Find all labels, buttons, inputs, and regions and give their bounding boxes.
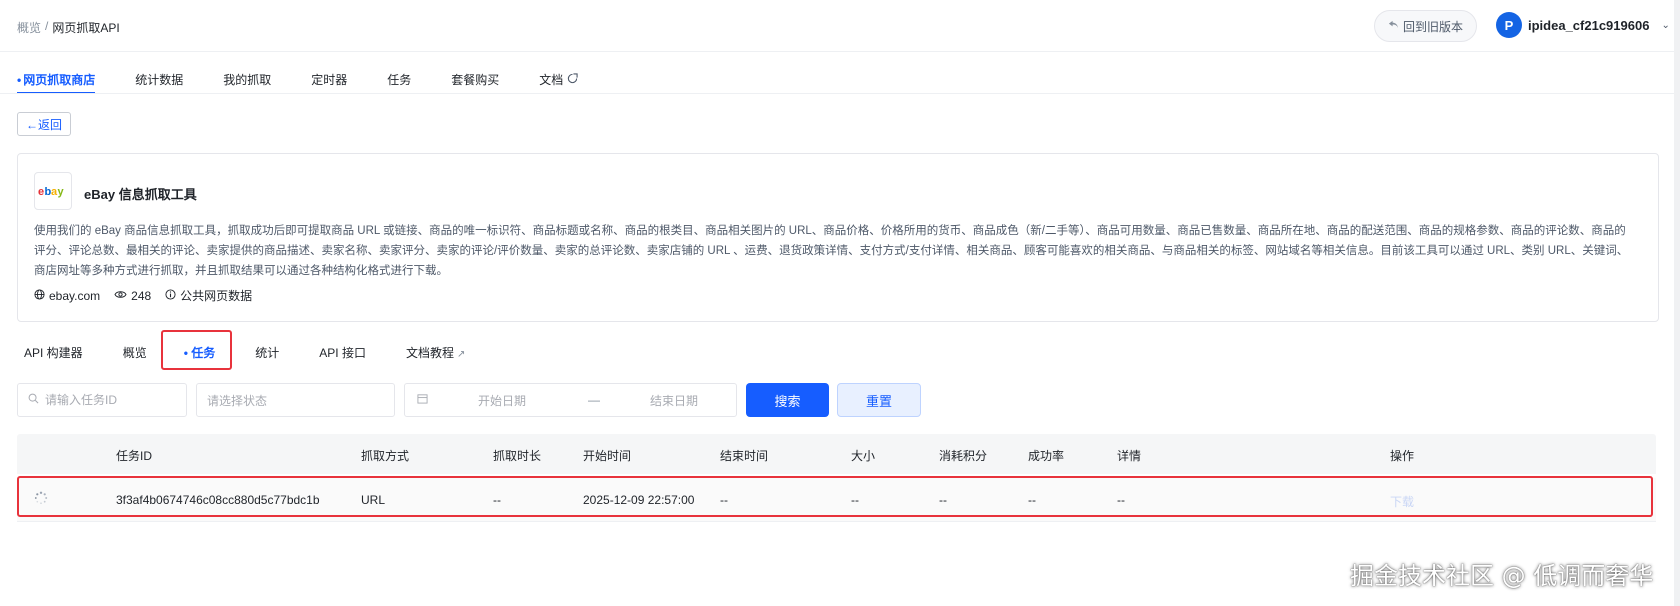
- col-points: 消耗积分: [939, 449, 988, 463]
- search-icon: [28, 393, 39, 407]
- back-button[interactable]: ←返回: [17, 112, 71, 136]
- user-menu[interactable]: P ipidea_cf21c919606 ⌄: [1496, 12, 1670, 38]
- chevron-down-icon: ⌄: [1661, 19, 1670, 31]
- nav-label: 文档: [539, 73, 564, 87]
- avatar: P: [1496, 12, 1522, 38]
- task-id-input[interactable]: [45, 393, 186, 407]
- nav-statistics[interactable]: 统计数据: [135, 72, 183, 94]
- col-duration: 抓取时长: [493, 449, 542, 463]
- info-icon: [165, 288, 176, 303]
- highlight-box-task-row: [17, 476, 1653, 517]
- breadcrumb: 概览 / 网页抓取API: [17, 19, 120, 36]
- col-details: 详情: [1117, 449, 1142, 463]
- tab-label: 统计: [255, 346, 280, 360]
- nav-divider: [0, 93, 1680, 94]
- status-placeholder: 请选择状态: [207, 393, 268, 408]
- tab-api-interface[interactable]: API 接口: [319, 344, 366, 364]
- tab-docs-tutorial[interactable]: 文档教程 ↗: [406, 344, 465, 364]
- col-success-rate: 成功率: [1028, 449, 1065, 463]
- undo-icon: [1388, 19, 1399, 33]
- svg-text:e: e: [38, 186, 44, 198]
- page-scrollbar[interactable]: [1674, 0, 1680, 606]
- old-version-button[interactable]: 回到旧版本: [1374, 10, 1477, 42]
- username: ipidea_cf21c919606: [1528, 17, 1650, 33]
- col-size: 大小: [851, 449, 876, 463]
- breadcrumb-separator: /: [45, 19, 49, 33]
- col-method: 抓取方式: [361, 449, 410, 463]
- main-nav: • 网页抓取商店 统计数据 我的抓取 定时器 任务 套餐购买 文档: [17, 72, 618, 94]
- breadcrumb-overview[interactable]: 概览: [17, 19, 41, 36]
- tab-api-builder[interactable]: API 构建器: [24, 344, 83, 364]
- product-domain: ebay.com: [49, 288, 101, 303]
- nav-docs[interactable]: 文档: [539, 72, 578, 94]
- nav-plans[interactable]: 套餐购买: [451, 72, 499, 94]
- col-task-id: 任务ID: [116, 449, 153, 463]
- nav-scheduler[interactable]: 定时器: [311, 72, 347, 94]
- calendar-icon: [417, 393, 428, 407]
- tab-label: API 接口: [319, 346, 366, 360]
- breadcrumb-current: 网页抓取API: [52, 21, 120, 35]
- status-select[interactable]: 请选择状态: [196, 383, 395, 417]
- nav-label: 定时器: [311, 73, 348, 87]
- svg-text:y: y: [58, 186, 65, 198]
- tab-overview[interactable]: 概览: [123, 344, 147, 364]
- ebay-logo: e b a y: [34, 172, 72, 210]
- tab-label: API 构建器: [24, 346, 83, 360]
- table-header: 任务ID 抓取方式 抓取时长 开始时间 结束时间 大小 消耗积分 成功率 详情 …: [17, 434, 1656, 474]
- product-data-type: 公共网页数据: [180, 289, 253, 303]
- nav-scraping-store[interactable]: • 网页抓取商店: [17, 72, 96, 94]
- nav-label: 统计数据: [135, 73, 184, 87]
- nav-label: 我的抓取: [223, 73, 272, 87]
- highlight-box-tasks-tab: [161, 330, 232, 370]
- tab-label: 文档教程: [405, 346, 454, 360]
- eye-icon: [114, 289, 127, 303]
- col-start-time: 开始时间: [583, 449, 632, 463]
- views-meta: 248: [114, 289, 151, 303]
- date-separator: —: [588, 393, 600, 407]
- product-title: eBay 信息抓取工具: [84, 187, 197, 202]
- active-dot-icon: •: [17, 73, 22, 87]
- nav-label: 网页抓取商店: [23, 73, 96, 87]
- domain-meta: ebay.com: [34, 289, 100, 303]
- nav-tasks[interactable]: 任务: [387, 72, 411, 94]
- end-date-input[interactable]: 结束日期: [650, 392, 698, 409]
- search-button[interactable]: 搜索: [746, 383, 829, 417]
- date-range-picker[interactable]: 开始日期 — 结束日期: [404, 383, 737, 417]
- col-end-time: 结束时间: [720, 449, 769, 463]
- external-link-icon: [567, 73, 578, 87]
- reset-button[interactable]: 重置: [837, 383, 921, 417]
- tab-label: 概览: [122, 346, 147, 360]
- globe-icon: [34, 288, 45, 303]
- nav-label: 任务: [387, 73, 412, 87]
- data-type-meta: 公共网页数据: [165, 287, 252, 304]
- external-link-icon: ↗: [456, 349, 466, 360]
- nav-my-scrapes[interactable]: 我的抓取: [223, 72, 271, 94]
- old-version-label: 回到旧版本: [1402, 19, 1463, 34]
- watermark: 掘金技术社区 @ 低调而奢华: [1350, 562, 1654, 590]
- product-card: e b a y eBay 信息抓取工具 使用我们的 eBay 商品信息抓取工具，…: [17, 153, 1659, 322]
- col-action: 操作: [1390, 449, 1415, 463]
- product-description: 使用我们的 eBay 商品信息抓取工具，抓取成功后即可提取商品 URL 或链接、…: [34, 225, 1629, 277]
- tab-statistics[interactable]: 统计: [255, 344, 279, 364]
- product-views: 248: [131, 288, 152, 303]
- task-id-search[interactable]: [17, 383, 187, 417]
- product-meta: ebay.com 248 公共网页数据: [34, 287, 252, 304]
- product-subtabs: API 构建器 概览 • 任务 统计 API 接口 文档教程 ↗: [24, 344, 465, 370]
- nav-label: 套餐购买: [451, 73, 500, 87]
- start-date-input[interactable]: 开始日期: [478, 392, 538, 409]
- top-bar: 概览 / 网页抓取API 回到旧版本 P ipidea_cf21c919606 …: [0, 0, 1680, 52]
